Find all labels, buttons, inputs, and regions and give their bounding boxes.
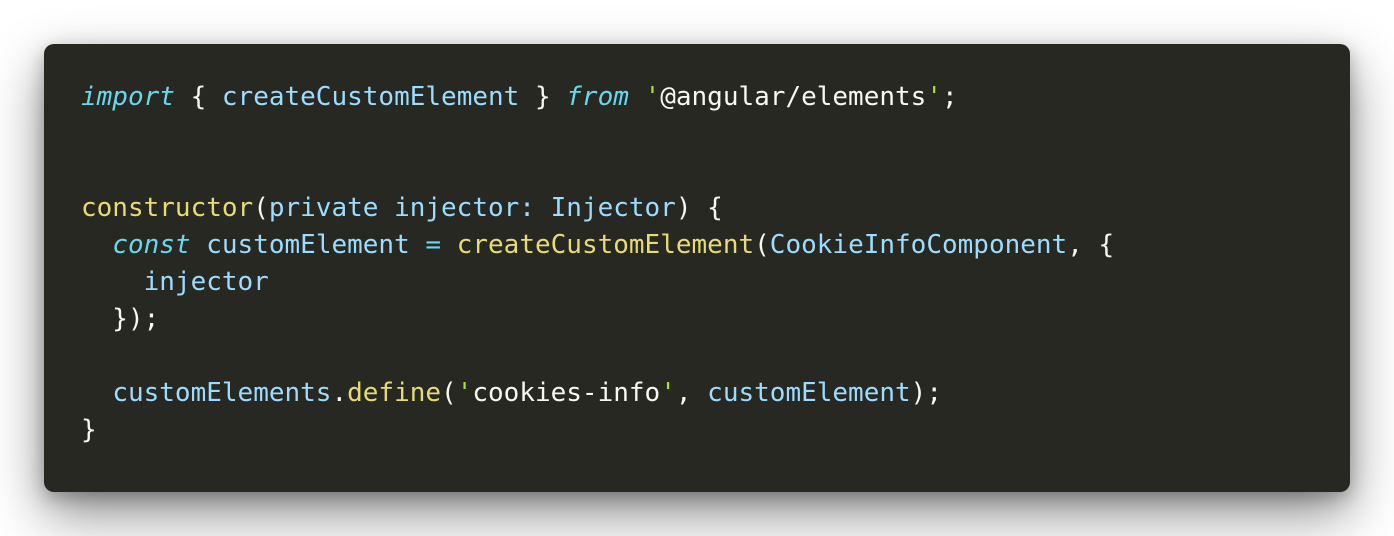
define-method: define	[347, 378, 442, 408]
code-snippet-window: import { createCustomElement } from '@an…	[44, 44, 1350, 492]
custom-elements-object: customElements	[112, 378, 332, 408]
code-line-define: customElements.define('cookies-info', cu…	[81, 375, 1114, 412]
quote-close: '	[660, 378, 676, 408]
assign-operator: =	[425, 230, 442, 260]
quote-close: '	[926, 82, 942, 112]
semicolon: ;	[941, 82, 958, 112]
code-line-close-call: });	[81, 301, 1114, 338]
paren-close: )	[675, 193, 692, 223]
imported-name: createCustomElement	[221, 82, 520, 112]
brace-open: {	[174, 82, 222, 112]
dot: .	[331, 378, 348, 408]
brace-open: {	[691, 193, 723, 223]
constructor-keyword: constructor	[81, 193, 254, 223]
code-line-constructor: constructor(private injector: Injector) …	[81, 190, 1114, 227]
function-call: createCustomElement	[456, 230, 755, 260]
close-call: });	[81, 304, 160, 334]
keyword-const: const	[112, 230, 191, 260]
code-block: import { createCustomElement } from '@an…	[81, 79, 1114, 449]
constructor-args: private injector: Injector	[268, 193, 676, 223]
element-arg: customElement	[707, 378, 911, 408]
variable-name: customElement	[190, 230, 426, 260]
comma: ,	[675, 378, 708, 408]
quote-open: '	[644, 82, 661, 112]
module-path: @angular/elements	[660, 82, 927, 112]
brace-open: , {	[1067, 230, 1115, 260]
component-arg: CookieInfoComponent	[769, 230, 1068, 260]
injector-prop: injector	[81, 267, 269, 297]
code-line-import: import { createCustomElement } from '@an…	[81, 79, 1114, 116]
close-call: );	[910, 378, 942, 408]
code-line-const: const customElement = createCustomElemen…	[81, 227, 1114, 264]
brace-close: }	[81, 415, 97, 445]
keyword-import: import	[81, 82, 175, 112]
quote-open: '	[456, 378, 473, 408]
element-tag-string: cookies-info	[472, 378, 661, 408]
paren-open: (	[754, 230, 770, 260]
paren-open: (	[441, 378, 457, 408]
code-line-close-brace: }	[81, 412, 1114, 449]
keyword-from: from	[566, 82, 629, 112]
brace-close: }	[519, 82, 567, 112]
code-line-injector: injector	[81, 264, 1114, 301]
paren-open: (	[253, 193, 269, 223]
